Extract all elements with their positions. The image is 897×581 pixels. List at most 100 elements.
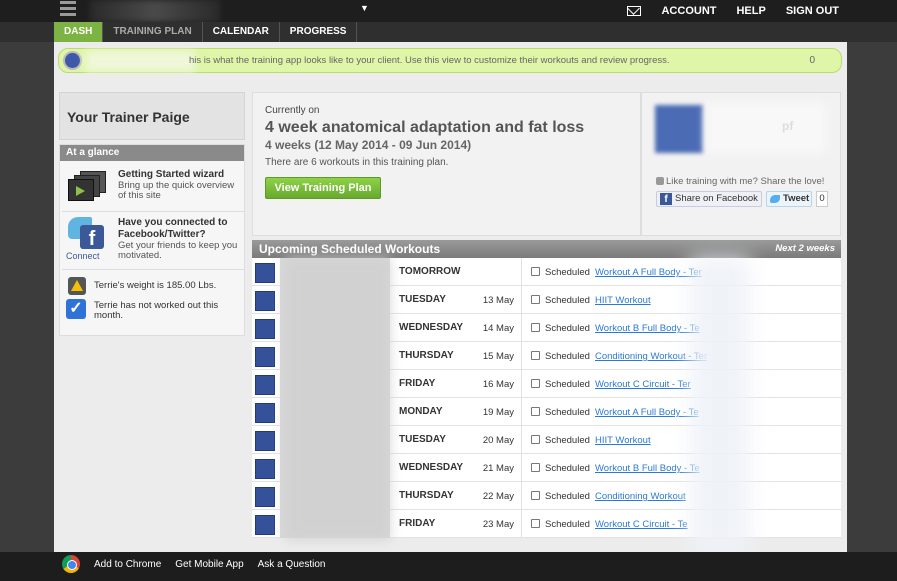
tab-dash[interactable]: DASH <box>54 22 104 42</box>
right-gutter <box>847 42 897 552</box>
workout-status: Scheduled <box>545 267 590 278</box>
workout-date: 16 May <box>482 379 514 390</box>
workout-link[interactable]: HIIT Workout <box>595 295 651 306</box>
workout-day: TOMORROW <box>399 266 461 277</box>
workout-checkbox[interactable] <box>531 519 540 528</box>
wizard-title[interactable]: Getting Started wizard <box>118 169 224 180</box>
client-avatar <box>255 319 275 339</box>
workout-date: 15 May <box>482 351 514 362</box>
account-link[interactable]: ACCOUNT <box>661 5 716 17</box>
workout-link[interactable]: Workout A Full Body - Ter <box>595 267 702 278</box>
checkbox-icon: ✓ <box>66 299 86 319</box>
top-bar: ▼ ACCOUNT HELP SIGN OUT <box>0 0 897 22</box>
workout-date: 22 May <box>482 491 514 502</box>
workout-checkbox[interactable] <box>531 407 540 416</box>
left-gutter <box>0 42 54 552</box>
workout-date: 14 May <box>482 323 514 334</box>
social-description: Get your friends to keep you motivated. <box>118 240 238 261</box>
workout-status: Scheduled <box>545 435 590 446</box>
workout-checkbox[interactable] <box>531 379 540 388</box>
at-a-glance-panel: At a glance Getting Started wizard Bring… <box>59 144 245 336</box>
column-divider <box>521 398 522 426</box>
column-divider <box>521 314 522 342</box>
workout-status: Scheduled <box>545 407 590 418</box>
chrome-icon[interactable] <box>62 555 80 573</box>
workout-link[interactable]: Workout A Full Body - Te <box>595 407 699 418</box>
add-to-chrome-link[interactable]: Add to Chrome <box>94 559 161 570</box>
workout-link[interactable]: HIIT Workout <box>595 435 651 446</box>
workout-date: 20 May <box>482 435 514 446</box>
column-divider <box>521 510 522 538</box>
workout-link[interactable]: Conditioning Workout <box>595 491 686 502</box>
help-link[interactable]: HELP <box>736 5 765 17</box>
workout-day: FRIDAY <box>399 378 436 389</box>
column-divider <box>521 426 522 454</box>
wizard-icon[interactable] <box>68 171 108 201</box>
facebook-share-button[interactable]: Share on Facebook <box>656 191 762 207</box>
trainer-name: Your Trainer Paige <box>67 109 190 125</box>
view-training-plan-button[interactable]: View Training Plan <box>265 177 381 199</box>
workout-checkbox[interactable] <box>531 323 540 332</box>
workout-checkbox[interactable] <box>531 435 540 444</box>
top-nav: ACCOUNT HELP SIGN OUT <box>627 0 839 22</box>
workouts-title: Upcoming Scheduled Workouts <box>259 242 441 256</box>
mail-icon[interactable] <box>627 6 642 16</box>
workout-checkbox[interactable] <box>531 267 540 276</box>
client-name-redacted <box>85 50 195 72</box>
workout-checkbox[interactable] <box>531 295 540 304</box>
tab-training-plan[interactable]: TRAINING PLAN <box>103 22 203 42</box>
workouts-range: Next 2 weeks <box>775 243 835 254</box>
workout-link[interactable]: Workout C Circuit - Te <box>595 519 688 530</box>
divider <box>62 269 244 270</box>
brand-logo[interactable] <box>90 0 220 22</box>
workout-link[interactable]: Workout C Circuit - Ter <box>595 379 691 390</box>
divider <box>62 211 244 212</box>
share-card: pf Like training with me? Share the love… <box>641 92 841 236</box>
workout-date: 13 May <box>482 295 514 306</box>
workout-status: Scheduled <box>545 519 590 530</box>
tab-calendar[interactable]: CALENDAR <box>203 22 280 42</box>
workout-date: 23 May <box>482 519 514 530</box>
workout-day: FRIDAY <box>399 518 436 529</box>
social-connect-icon[interactable]: f Connect <box>66 217 110 263</box>
tab-progress[interactable]: PROGRESS <box>280 22 358 42</box>
client-avatar <box>63 51 82 70</box>
menu-icon[interactable] <box>60 1 76 19</box>
plan-title: 4 week anatomical adaptation and fat los… <box>265 119 585 136</box>
ask-question-link[interactable]: Ask a Question <box>258 559 326 570</box>
sign-out-link[interactable]: SIGN OUT <box>786 5 839 17</box>
workout-status: Scheduled <box>545 463 590 474</box>
get-mobile-app-link[interactable]: Get Mobile App <box>175 559 243 570</box>
client-avatar <box>255 459 275 479</box>
at-a-glance-heading: At a glance <box>60 145 244 161</box>
workout-day: TUESDAY <box>399 294 446 305</box>
client-avatar <box>255 375 275 395</box>
social-title[interactable]: Have you connected to Facebook/Twitter? <box>118 217 244 241</box>
tweet-button[interactable]: Tweet <box>766 191 812 207</box>
client-avatar <box>255 431 275 451</box>
client-avatar <box>255 347 275 367</box>
connect-label[interactable]: Connect <box>66 251 100 261</box>
workout-status: Scheduled <box>545 323 590 334</box>
dropdown-arrow-icon[interactable]: ▼ <box>360 3 369 13</box>
workout-day: THURSDAY <box>399 490 454 501</box>
client-names-redacted <box>285 258 390 540</box>
workout-day: TUESDAY <box>399 434 446 445</box>
column-divider <box>521 370 522 398</box>
column-divider <box>521 454 522 482</box>
tab-bar: DASH TRAINING PLAN CALENDAR PROGRESS <box>54 22 358 42</box>
workout-link[interactable]: Workout B Full Body - Te <box>595 323 700 334</box>
share-prompt-text: Like training with me? Share the love! <box>666 176 825 187</box>
trainer-avatar <box>655 105 703 153</box>
footer-bar: Add to Chrome Get Mobile App Ask a Quest… <box>0 552 897 581</box>
workouts-header: Upcoming Scheduled Workouts Next 2 weeks <box>252 240 841 258</box>
workout-checkbox[interactable] <box>531 351 540 360</box>
workout-checkbox[interactable] <box>531 463 540 472</box>
column-divider <box>521 286 522 314</box>
workout-link[interactable]: Workout B Full Body - Te <box>595 463 700 474</box>
column-divider <box>521 342 522 370</box>
client-avatar <box>255 487 275 507</box>
workout-checkbox[interactable] <box>531 491 540 500</box>
column-divider <box>521 482 522 510</box>
plan-dates: 4 weeks (12 May 2014 - 09 Jun 2014) <box>265 138 472 152</box>
